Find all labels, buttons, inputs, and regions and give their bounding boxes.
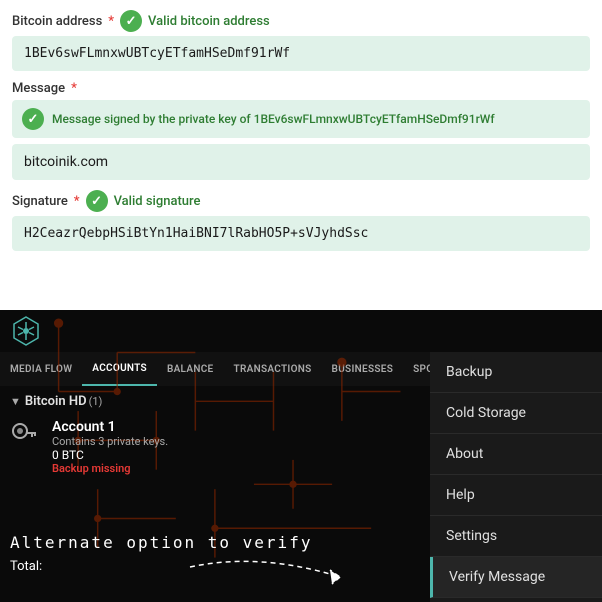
- menu-verify-message[interactable]: Verify Message: [430, 557, 602, 598]
- expand-arrow: ▼: [10, 395, 21, 408]
- account-sub: Contains 3 private keys.: [52, 435, 420, 448]
- bottom-section: MEDIA FLOW ACCOUNTS BALANCE TRANSACTIONS…: [0, 310, 602, 602]
- account-info: Account 1 Contains 3 private keys. 0 BTC…: [52, 419, 420, 475]
- signature-label: Signature * Valid signature: [12, 190, 590, 212]
- app-logo-icon: [10, 315, 42, 347]
- message-text: Message: [12, 81, 65, 96]
- top-section: Bitcoin address * Valid bitcoin address …: [0, 0, 602, 310]
- total-text: Total:: [10, 559, 42, 574]
- valid-address-text: Valid bitcoin address: [148, 14, 270, 29]
- valid-signature-text: Valid signature: [114, 194, 201, 209]
- menu-cold-storage[interactable]: Cold Storage: [430, 393, 602, 434]
- message-required: *: [71, 81, 77, 96]
- account-row: Account 1 Contains 3 private keys. 0 BTC…: [10, 415, 420, 479]
- message-signed-text: Message signed by the private key of 1BE…: [52, 112, 495, 126]
- nav-businesses[interactable]: BUSINESSES: [322, 352, 404, 386]
- bitcoin-hd-row: ▼ Bitcoin HD (1): [10, 394, 420, 409]
- bitcoin-hd-count: (1): [89, 395, 103, 408]
- arrow-annotation: [180, 542, 400, 592]
- backup-missing: Backup missing: [52, 462, 420, 475]
- app-header: [0, 310, 602, 352]
- message-desc-box: Message signed by the private key of 1BE…: [12, 100, 590, 138]
- account-title: Account 1: [52, 419, 420, 435]
- nav-accounts[interactable]: ACCOUNTS: [82, 352, 157, 386]
- signature-required: *: [74, 194, 80, 209]
- menu-about[interactable]: About: [430, 434, 602, 475]
- account-btc: 0 BTC: [52, 448, 420, 462]
- signature-check-icon: [86, 190, 108, 212]
- right-menu-panel: Backup Cold Storage About Help Settings …: [430, 352, 602, 602]
- nav-media-flow[interactable]: MEDIA FLOW: [0, 352, 82, 386]
- signature-text: Signature: [12, 194, 68, 209]
- bitcoin-address-text: Bitcoin address: [12, 14, 102, 29]
- valid-check-icon: [120, 10, 142, 32]
- bitcoin-address-label: Bitcoin address * Valid bitcoin address: [12, 10, 590, 32]
- signature-input[interactable]: H2CeazrQebpHSiBtYn1HaiBNI7lRabHO5P+sVJyh…: [12, 216, 590, 251]
- required-marker: *: [108, 14, 114, 29]
- bitcoin-hd-label: Bitcoin HD: [25, 394, 87, 409]
- message-label: Message *: [12, 81, 590, 96]
- menu-settings[interactable]: Settings: [430, 516, 602, 557]
- left-panel: ▼ Bitcoin HD (1) Account 1 Contains 3 pr…: [0, 386, 430, 602]
- menu-help[interactable]: Help: [430, 475, 602, 516]
- nav-balance[interactable]: BALANCE: [157, 352, 224, 386]
- nav-transactions[interactable]: TRANSACTIONS: [224, 352, 322, 386]
- key-icon: [10, 419, 38, 447]
- message-check-icon: [22, 108, 44, 130]
- bitcoin-address-input[interactable]: 1BEv6swFLmnxwUBTcyETfamHSeDmf91rWf: [12, 36, 590, 71]
- message-input[interactable]: bitcoinik.com: [12, 144, 590, 180]
- menu-backup[interactable]: Backup: [430, 352, 602, 393]
